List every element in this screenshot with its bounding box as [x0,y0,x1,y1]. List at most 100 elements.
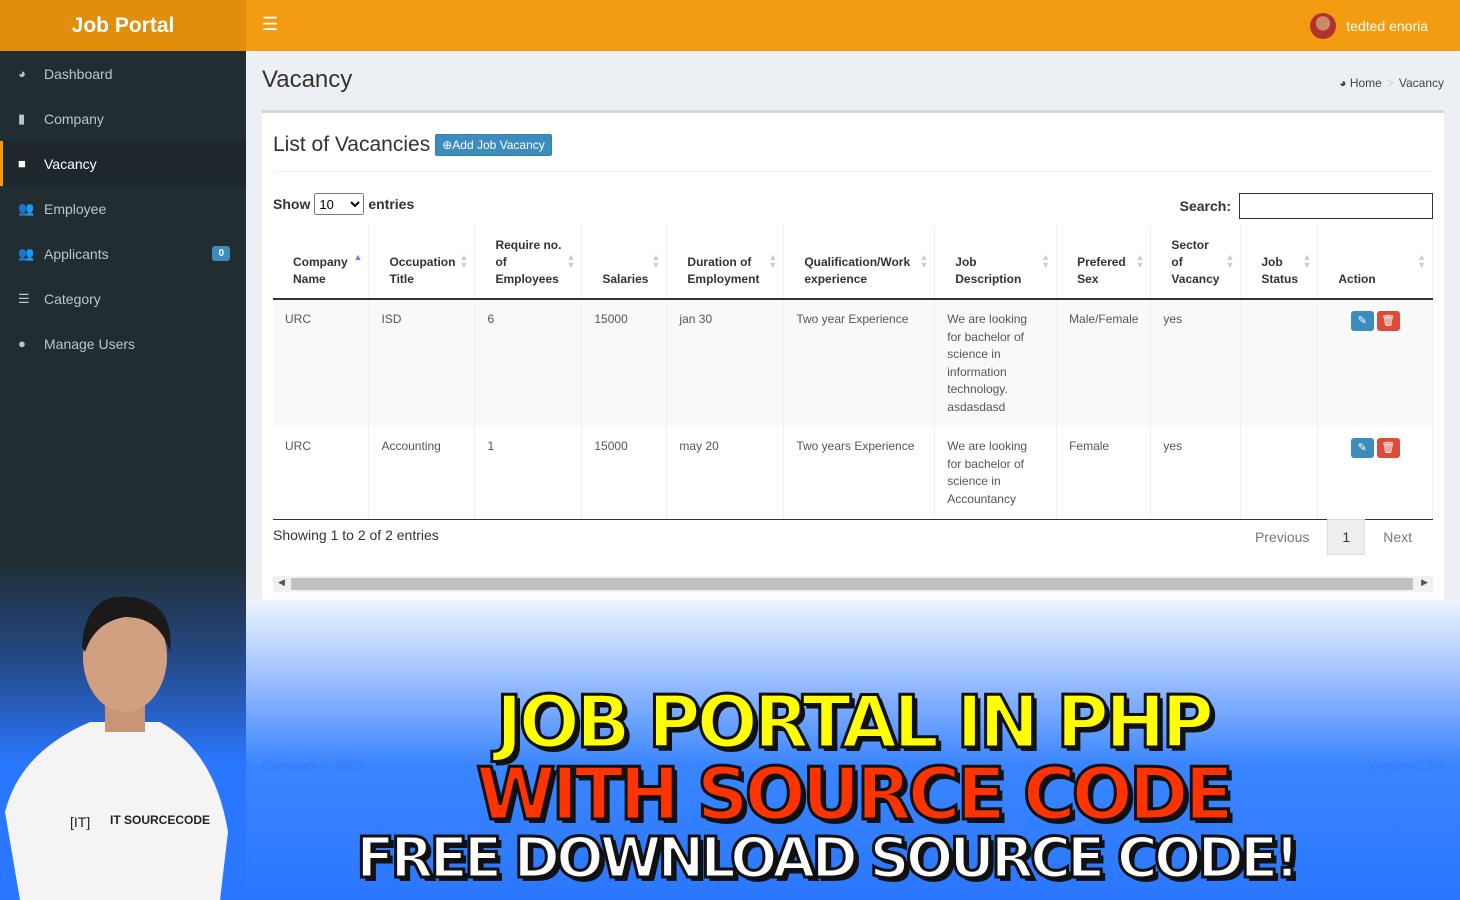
header-text: of [1171,255,1183,269]
table-row: URC Accounting 1 15000 may 20 Two years Exper… [273,427,1433,520]
table-cell: 6 [474,299,583,427]
banner-line-3: FREE DOWNLOAD SOURCE CODE! [355,825,1302,893]
scroll-left-icon[interactable]: ◀ [278,577,285,588]
briefcase-icon: ■ [18,156,26,171]
previous-button[interactable]: Previous [1237,520,1327,554]
header-text: Job [955,255,977,269]
table-cell: 1 [474,427,583,520]
scrollbar-thumb[interactable] [291,578,1413,590]
user-icon: ● [18,336,26,351]
table-cell: Accounting [368,427,476,520]
user-name: tedted enoria [1346,18,1428,34]
show-label: Show [273,196,311,212]
header-text: Require no. [495,238,562,252]
next-button[interactable]: Next [1365,520,1430,554]
entries-label: entries [368,196,415,212]
sidebar-item-manage-users[interactable]: ● Manage Users [0,321,246,366]
table-cell: yes [1150,299,1242,427]
sort-icon[interactable]: ▲ ▼ [652,253,661,270]
list-icon: ☰ [18,290,30,306]
column-header[interactable]: Job Description ▲ ▼ [934,225,1058,300]
table-cell: URC [273,299,370,427]
sidebar-item-company[interactable]: ▮ Company [0,96,246,141]
header-text: Qualification/Work [804,255,911,269]
column-header[interactable]: Qualification/Work experience ▲ ▼ [783,225,936,300]
dashboard-icon: ◕ [18,66,26,81]
search-input[interactable] [1239,193,1433,219]
users-icon: 👥 [18,245,35,261]
header-text: Sex [1077,272,1099,286]
breadcrumb-home[interactable]: Home [1350,76,1382,90]
table-cell [1240,427,1319,520]
sidebar-item-employee[interactable]: 👥 Employee [0,186,246,231]
scroll-right-icon[interactable]: ▶ [1421,577,1428,588]
delete-button[interactable]: 🗑 [1376,438,1400,458]
sidebar-item-applicants[interactable]: 👥 Applicants 0 [0,231,246,276]
column-header[interactable]: Action ▲ ▼ [1317,225,1433,300]
sidebar-item-vacancy[interactable]: ■ Vacancy [0,141,246,186]
header-text: Employees [495,272,559,286]
horizontal-scrollbar[interactable]: ◀ ▶ [273,576,1433,592]
table-cell [1240,299,1319,427]
column-header[interactable]: Company Name ▲ [273,225,370,300]
users-icon: 👥 [18,200,35,216]
table-cell: jan 30 [666,299,785,427]
header-text: Employment [687,272,760,286]
header-text: Occupation [389,255,456,269]
header-text: Job [1261,255,1283,269]
sort-icon[interactable]: ▲ ▼ [919,253,928,270]
sidebar-item-category[interactable]: ☰ Category [0,276,246,321]
header-text: Vacancy [1171,272,1220,286]
edit-button[interactable]: ✎ [1350,438,1374,458]
app-logo[interactable]: Job Portal [0,0,246,51]
plus-circle-icon: ⊕ [442,138,453,152]
sort-icon[interactable]: ▲ [354,253,363,262]
column-header[interactable]: Prefered Sex ▲ ▼ [1056,225,1152,300]
table-cell: yes [1150,427,1242,520]
table-cell: Two year Experience [783,299,936,427]
header-text: experience [804,272,868,286]
table-cell: Female [1056,427,1152,520]
edit-button[interactable]: ✎ [1350,311,1374,331]
menu-toggle-icon[interactable]: ☰ [262,14,278,35]
column-header[interactable]: Require no. of Employees ▲ ▼ [474,225,583,300]
pagination: Previous 1 Next [1237,519,1430,555]
sort-icon[interactable]: ▲ ▼ [768,253,777,270]
column-header[interactable]: Job Status ▲ ▼ [1240,225,1319,300]
header-text: Duration of [687,255,752,269]
top-navbar: ☰ tedted enoria [246,0,1460,51]
header-text: Prefered [1077,255,1126,269]
sort-icon[interactable]: ▲ ▼ [566,253,575,270]
sort-icon[interactable]: ▲ ▼ [460,253,469,270]
divider [273,171,1433,172]
column-header[interactable]: Salaries ▲ ▼ [581,225,668,300]
vacancy-table: Company Name ▲ Occupation Title ▲ ▼ Require no.… [273,225,1433,520]
user-menu[interactable]: tedted enoria [1310,13,1428,39]
page-title: Vacancy [262,66,353,93]
add-job-vacancy-button[interactable]: ⊕Add Job Vacancy [435,134,552,156]
sort-icon[interactable]: ▲ ▼ [1225,253,1234,270]
column-header[interactable]: Occupation Title ▲ ▼ [368,225,476,300]
delete-button[interactable]: 🗑 [1376,311,1400,331]
table-cell: We are looking for bachelor of science i… [934,427,1058,520]
sidebar-item-dashboard[interactable]: ◕ Dashboard [0,51,246,96]
svg-text:[IT]: [IT] [70,814,90,830]
table-cell: URC [273,427,370,520]
page-1-button[interactable]: 1 [1327,519,1366,555]
page-size-select[interactable]: 10 [314,193,365,215]
presenter-photo: [IT] IT SOURCECODE [5,596,228,900]
sort-icon[interactable]: ▲ ▼ [1041,253,1050,270]
table-row: URC ISD 6 15000 jan 30 Two year Experience We … [273,299,1433,427]
header-text: Sector [1171,238,1209,252]
table-cell: Male/Female [1056,299,1152,427]
sort-icon[interactable]: ▲ ▼ [1417,253,1426,270]
table-info: Showing 1 to 2 of 2 entries [273,527,439,543]
column-header[interactable]: Sector of Vacancy ▲ ▼ [1150,225,1242,300]
building-icon: ▮ [18,110,26,126]
svg-text:IT SOURCECODE: IT SOURCECODE [110,813,210,827]
sort-icon[interactable]: ▲ ▼ [1302,253,1311,270]
column-header[interactable]: Duration of Employment ▲ ▼ [666,225,785,300]
table-cell: We are looking for bachelor of science i… [934,299,1058,427]
sort-icon[interactable]: ▲ ▼ [1136,253,1145,270]
search-label: Search: [1179,198,1231,214]
